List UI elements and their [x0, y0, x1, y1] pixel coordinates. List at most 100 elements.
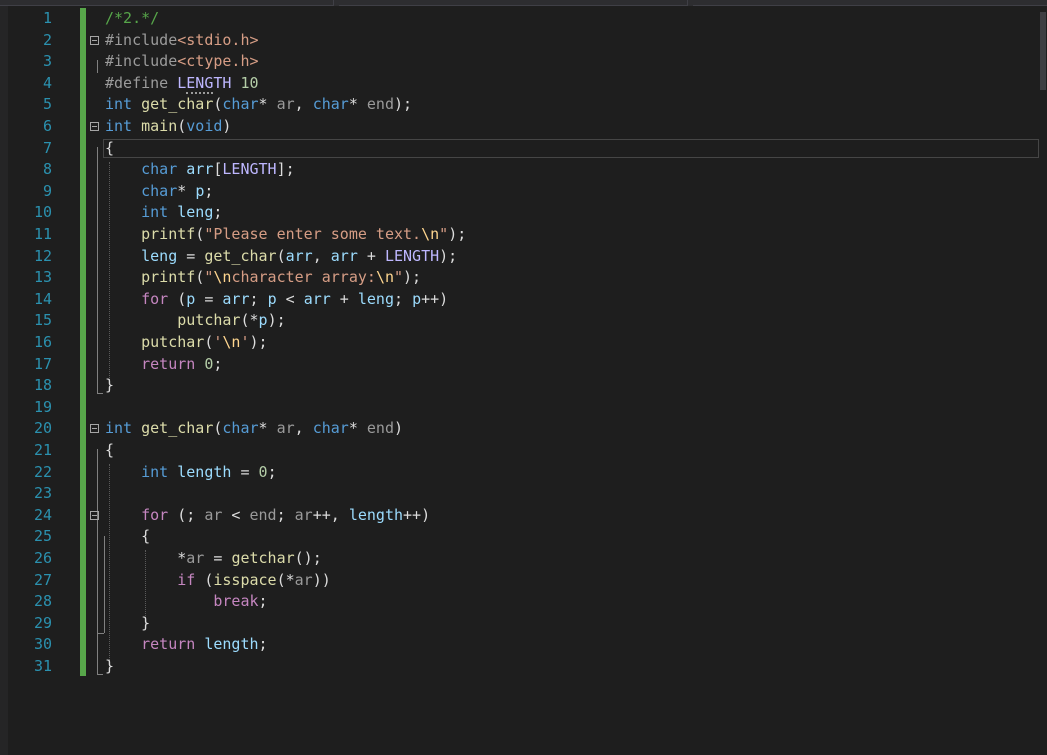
line-number: 14 — [33, 289, 52, 308]
code-token: leng — [357, 289, 394, 308]
line-number: 17 — [33, 354, 52, 373]
code-token: { — [105, 527, 151, 546]
code-token: LENGTH — [384, 246, 440, 265]
code-token: arr — [303, 289, 331, 308]
code-token: arr — [222, 289, 250, 308]
code-token: ( — [195, 268, 205, 287]
line-number: 24 — [33, 505, 52, 524]
code-token: ++, — [312, 505, 349, 524]
code-token: arr — [186, 160, 214, 179]
code-editor[interactable]: 1/*2.*/2 #include<stdio.h> 3 #include<ctype… — [0, 6, 1047, 755]
code-token: int — [105, 419, 133, 438]
code-token: { — [105, 441, 115, 459]
line-number: 6 — [42, 117, 52, 135]
collapse-icon[interactable] — [90, 424, 99, 434]
code-token: * — [348, 419, 367, 438]
code-token: ' — [240, 333, 250, 351]
code-token: ; — [394, 289, 413, 308]
code-token: ( — [276, 246, 286, 265]
code-token: = — [195, 289, 223, 308]
code-token: <ctype.h> — [177, 52, 259, 71]
code-token: ); — [267, 311, 286, 330]
code-token: arr — [285, 246, 313, 265]
code-token: end — [249, 505, 277, 524]
code-token: ( — [177, 117, 187, 135]
code-token: )) — [312, 570, 331, 589]
code-token: } — [105, 613, 151, 632]
code-token: ar — [276, 419, 295, 438]
code-token: int — [105, 95, 133, 114]
code-text: *ar = getchar(); — [105, 548, 322, 570]
collapse-icon[interactable] — [90, 35, 99, 45]
change-tracking-bar — [80, 8, 86, 676]
line-number: 18 — [33, 376, 52, 395]
code-token: \n — [375, 268, 394, 287]
scrollbar-thumb[interactable] — [1040, 12, 1046, 90]
line-number: 15 — [33, 311, 52, 330]
code-text: char arr[LENGTH]; — [105, 159, 295, 181]
code-token: get_char — [204, 246, 277, 265]
line-number: 25 — [33, 527, 52, 546]
code-token: ar — [204, 505, 223, 524]
code-text: break; — [105, 591, 267, 613]
code-token: 10 — [240, 73, 259, 92]
code-token: * — [258, 419, 277, 438]
code-token: return — [141, 354, 196, 373]
code-token: ( — [195, 570, 214, 589]
code-token: ENG — [186, 73, 214, 94]
code-token: ; — [213, 203, 223, 222]
vertical-scrollbar[interactable] — [1039, 8, 1047, 748]
code-text: #define LENGTH 10 — [105, 73, 259, 95]
code-token: ar — [276, 95, 295, 114]
code-token: leng — [141, 246, 178, 265]
code-token: (* — [240, 311, 259, 330]
collapse-icon[interactable] — [90, 122, 99, 131]
code-token: , — [294, 419, 313, 438]
code-text: int get_char(char* ar, char* end); — [105, 94, 412, 116]
code-token: get_char — [141, 419, 214, 438]
code-token: length — [204, 635, 259, 654]
code-token: char — [222, 419, 259, 438]
outline-end — [97, 393, 103, 394]
code-token: ar — [294, 505, 313, 524]
code-text: { — [105, 138, 114, 160]
line-number: 30 — [33, 635, 52, 654]
code-token: get_char — [141, 95, 214, 114]
code-text: leng = get_char(arr, arr + LENGTH); — [105, 246, 457, 268]
line-number: 12 — [33, 246, 52, 265]
code-token: (* — [276, 570, 295, 589]
collapse-icon[interactable] — [90, 510, 99, 520]
code-token: main — [141, 117, 178, 135]
line-number: 21 — [33, 441, 52, 459]
code-token: char — [141, 160, 178, 179]
code-text: } — [105, 656, 114, 678]
code-token: \n — [222, 333, 241, 351]
code-token: ( — [168, 289, 187, 308]
code-token: return — [141, 635, 196, 654]
code-text: int get_char(char* ar, char* end) — [105, 418, 403, 440]
line-number: 22 — [33, 462, 52, 481]
code-token: for — [141, 289, 169, 308]
code-token: ); — [249, 333, 268, 351]
code-token: ++) — [403, 505, 431, 524]
code-token: length — [177, 462, 232, 481]
code-token: " — [439, 225, 449, 243]
code-token: putchar — [141, 333, 205, 351]
code-token: isspace — [213, 570, 277, 589]
code-token: < — [222, 505, 250, 524]
code-token: void — [186, 117, 223, 135]
code-token: arr — [330, 246, 358, 265]
code-token: char — [222, 95, 259, 114]
line-number: 8 — [42, 160, 52, 179]
code-text: } — [105, 375, 114, 397]
code-token: int — [141, 462, 169, 481]
code-token: ; — [213, 354, 223, 373]
